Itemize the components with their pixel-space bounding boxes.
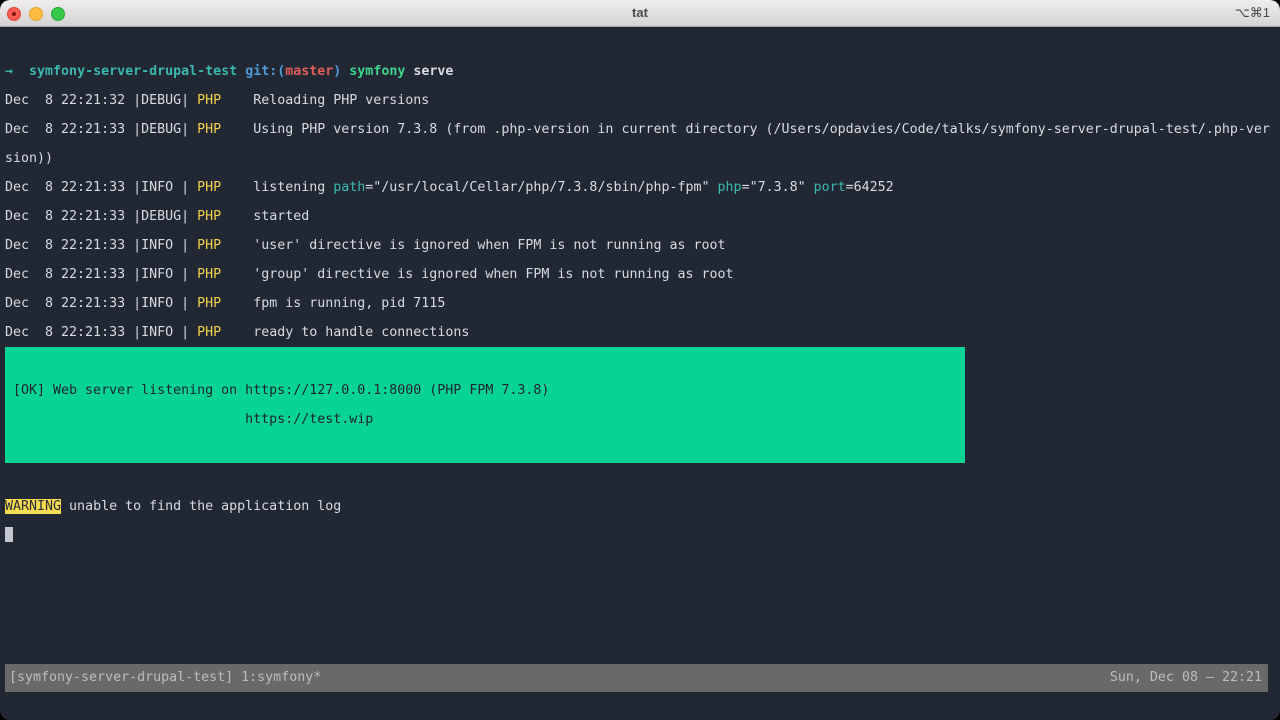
success-message-box: [OK] Web server listening on https://127…	[5, 347, 965, 463]
terminal-line-log: Dec 8 22:21:33 |INFO | PHP listening pat…	[5, 173, 1280, 202]
window-title: tat	[0, 0, 1280, 26]
terminal-window: tat ⌥⌘1 → symfony-server-drupal-test git…	[0, 0, 1280, 720]
terminal-line-log: Dec 8 22:21:33 |DEBUG| PHP started	[5, 202, 1280, 231]
terminal-line-log: Dec 8 22:21:33 |INFO | PHP 'group' direc…	[5, 260, 1280, 289]
tmux-session-window-tab[interactable]: [symfony-server-drupal-test] 1:symfony*	[9, 664, 321, 692]
window-shortcut-badge: ⌥⌘1	[1235, 0, 1270, 26]
terminal-line-log: Dec 8 22:21:33 |DEBUG| PHP Using PHP ver…	[5, 115, 1280, 144]
terminal-line-log: Dec 8 22:21:33 |INFO | PHP 'user' direct…	[5, 231, 1280, 260]
terminal-screen[interactable]: → symfony-server-drupal-test git:(master…	[0, 27, 1280, 720]
terminal-line-prompt: → symfony-server-drupal-test git:(master…	[5, 57, 1280, 86]
terminal-line-log: Dec 8 22:21:33 |INFO | PHP ready to hand…	[5, 318, 1280, 347]
tmux-clock: Sun, Dec 08 – 22:21	[1110, 664, 1262, 692]
titlebar[interactable]: tat ⌥⌘1	[0, 0, 1280, 27]
terminal-line-log: Dec 8 22:21:33 |INFO | PHP fpm is runnin…	[5, 289, 1280, 318]
terminal-cursor	[5, 527, 13, 542]
tmux-status-bar: [symfony-server-drupal-test] 1:symfony* …	[5, 664, 1268, 692]
terminal-output: → symfony-server-drupal-test git:(master…	[5, 57, 1280, 550]
terminal-line-log: Dec 8 22:21:32 |DEBUG| PHP Reloading PHP…	[5, 86, 1280, 115]
terminal-line-log: sion))	[5, 144, 1280, 173]
terminal-line-warning: WARNING unable to find the application l…	[5, 492, 1280, 521]
